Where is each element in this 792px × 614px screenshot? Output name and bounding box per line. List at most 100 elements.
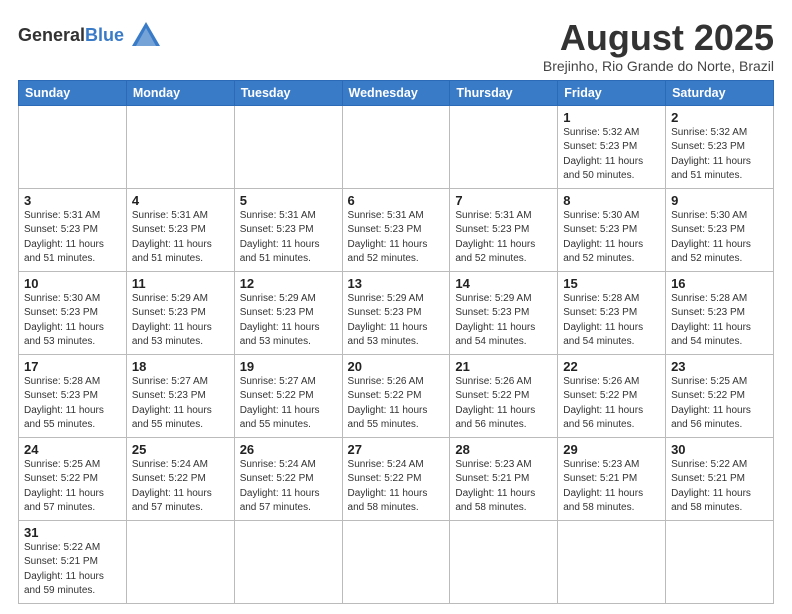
day-number: 8	[563, 193, 660, 208]
day-info: Sunrise: 5:31 AM Sunset: 5:23 PM Dayligh…	[132, 209, 229, 267]
location-subtitle: Brejinho, Rio Grande do Norte, Brazil	[543, 58, 774, 74]
day-cell: 10Sunrise: 5:30 AM Sunset: 5:23 PM Dayli…	[19, 271, 127, 354]
day-info: Sunrise: 5:31 AM Sunset: 5:23 PM Dayligh…	[240, 209, 337, 267]
day-number: 14	[455, 276, 552, 291]
day-info: Sunrise: 5:30 AM Sunset: 5:23 PM Dayligh…	[563, 209, 660, 267]
weekday-header-monday: Monday	[126, 80, 234, 105]
day-cell: 16Sunrise: 5:28 AM Sunset: 5:23 PM Dayli…	[666, 271, 774, 354]
day-info: Sunrise: 5:32 AM Sunset: 5:23 PM Dayligh…	[671, 126, 768, 184]
day-cell	[234, 520, 342, 603]
day-info: Sunrise: 5:31 AM Sunset: 5:23 PM Dayligh…	[455, 209, 552, 267]
day-cell: 20Sunrise: 5:26 AM Sunset: 5:22 PM Dayli…	[342, 354, 450, 437]
day-cell	[126, 105, 234, 188]
day-cell: 18Sunrise: 5:27 AM Sunset: 5:23 PM Dayli…	[126, 354, 234, 437]
day-number: 15	[563, 276, 660, 291]
day-number: 23	[671, 359, 768, 374]
day-cell: 1Sunrise: 5:32 AM Sunset: 5:23 PM Daylig…	[558, 105, 666, 188]
day-info: Sunrise: 5:24 AM Sunset: 5:22 PM Dayligh…	[132, 458, 229, 516]
day-cell: 22Sunrise: 5:26 AM Sunset: 5:22 PM Dayli…	[558, 354, 666, 437]
weekday-header-saturday: Saturday	[666, 80, 774, 105]
day-number: 16	[671, 276, 768, 291]
day-info: Sunrise: 5:26 AM Sunset: 5:22 PM Dayligh…	[348, 375, 445, 433]
day-cell: 13Sunrise: 5:29 AM Sunset: 5:23 PM Dayli…	[342, 271, 450, 354]
week-row-2: 3Sunrise: 5:31 AM Sunset: 5:23 PM Daylig…	[19, 188, 774, 271]
day-info: Sunrise: 5:28 AM Sunset: 5:23 PM Dayligh…	[671, 292, 768, 350]
day-cell	[450, 520, 558, 603]
day-info: Sunrise: 5:24 AM Sunset: 5:22 PM Dayligh…	[240, 458, 337, 516]
day-cell: 7Sunrise: 5:31 AM Sunset: 5:23 PM Daylig…	[450, 188, 558, 271]
day-cell: 24Sunrise: 5:25 AM Sunset: 5:22 PM Dayli…	[19, 437, 127, 520]
logo-icon	[128, 18, 164, 54]
day-info: Sunrise: 5:30 AM Sunset: 5:23 PM Dayligh…	[24, 292, 121, 350]
day-number: 19	[240, 359, 337, 374]
logo-blue: Blue	[85, 25, 124, 45]
day-number: 2	[671, 110, 768, 125]
day-cell: 29Sunrise: 5:23 AM Sunset: 5:21 PM Dayli…	[558, 437, 666, 520]
day-cell: 14Sunrise: 5:29 AM Sunset: 5:23 PM Dayli…	[450, 271, 558, 354]
day-number: 20	[348, 359, 445, 374]
day-number: 3	[24, 193, 121, 208]
day-cell	[234, 105, 342, 188]
day-cell: 27Sunrise: 5:24 AM Sunset: 5:22 PM Dayli…	[342, 437, 450, 520]
day-cell: 25Sunrise: 5:24 AM Sunset: 5:22 PM Dayli…	[126, 437, 234, 520]
week-row-1: 1Sunrise: 5:32 AM Sunset: 5:23 PM Daylig…	[19, 105, 774, 188]
day-number: 9	[671, 193, 768, 208]
week-row-4: 17Sunrise: 5:28 AM Sunset: 5:23 PM Dayli…	[19, 354, 774, 437]
day-info: Sunrise: 5:27 AM Sunset: 5:23 PM Dayligh…	[132, 375, 229, 433]
day-cell: 6Sunrise: 5:31 AM Sunset: 5:23 PM Daylig…	[342, 188, 450, 271]
day-cell: 26Sunrise: 5:24 AM Sunset: 5:22 PM Dayli…	[234, 437, 342, 520]
day-number: 26	[240, 442, 337, 457]
day-info: Sunrise: 5:29 AM Sunset: 5:23 PM Dayligh…	[455, 292, 552, 350]
day-info: Sunrise: 5:25 AM Sunset: 5:22 PM Dayligh…	[24, 458, 121, 516]
day-info: Sunrise: 5:31 AM Sunset: 5:23 PM Dayligh…	[348, 209, 445, 267]
day-cell	[342, 105, 450, 188]
day-cell: 5Sunrise: 5:31 AM Sunset: 5:23 PM Daylig…	[234, 188, 342, 271]
day-number: 7	[455, 193, 552, 208]
day-info: Sunrise: 5:30 AM Sunset: 5:23 PM Dayligh…	[671, 209, 768, 267]
day-number: 18	[132, 359, 229, 374]
day-number: 24	[24, 442, 121, 457]
day-cell: 11Sunrise: 5:29 AM Sunset: 5:23 PM Dayli…	[126, 271, 234, 354]
day-number: 12	[240, 276, 337, 291]
day-cell	[558, 520, 666, 603]
day-info: Sunrise: 5:27 AM Sunset: 5:22 PM Dayligh…	[240, 375, 337, 433]
weekday-header-thursday: Thursday	[450, 80, 558, 105]
day-info: Sunrise: 5:32 AM Sunset: 5:23 PM Dayligh…	[563, 126, 660, 184]
day-info: Sunrise: 5:29 AM Sunset: 5:23 PM Dayligh…	[132, 292, 229, 350]
weekday-header-row: SundayMondayTuesdayWednesdayThursdayFrid…	[19, 80, 774, 105]
day-cell	[450, 105, 558, 188]
day-cell: 23Sunrise: 5:25 AM Sunset: 5:22 PM Dayli…	[666, 354, 774, 437]
weekday-header-friday: Friday	[558, 80, 666, 105]
day-info: Sunrise: 5:28 AM Sunset: 5:23 PM Dayligh…	[563, 292, 660, 350]
day-info: Sunrise: 5:26 AM Sunset: 5:22 PM Dayligh…	[563, 375, 660, 433]
day-number: 27	[348, 442, 445, 457]
day-number: 29	[563, 442, 660, 457]
day-cell: 17Sunrise: 5:28 AM Sunset: 5:23 PM Dayli…	[19, 354, 127, 437]
day-cell: 3Sunrise: 5:31 AM Sunset: 5:23 PM Daylig…	[19, 188, 127, 271]
day-cell: 30Sunrise: 5:22 AM Sunset: 5:21 PM Dayli…	[666, 437, 774, 520]
calendar-table: SundayMondayTuesdayWednesdayThursdayFrid…	[18, 80, 774, 604]
day-number: 21	[455, 359, 552, 374]
day-number: 1	[563, 110, 660, 125]
day-cell	[19, 105, 127, 188]
day-info: Sunrise: 5:31 AM Sunset: 5:23 PM Dayligh…	[24, 209, 121, 267]
day-number: 5	[240, 193, 337, 208]
day-info: Sunrise: 5:25 AM Sunset: 5:22 PM Dayligh…	[671, 375, 768, 433]
week-row-5: 24Sunrise: 5:25 AM Sunset: 5:22 PM Dayli…	[19, 437, 774, 520]
day-cell: 28Sunrise: 5:23 AM Sunset: 5:21 PM Dayli…	[450, 437, 558, 520]
day-cell: 4Sunrise: 5:31 AM Sunset: 5:23 PM Daylig…	[126, 188, 234, 271]
day-number: 13	[348, 276, 445, 291]
logo: GeneralBlue	[18, 18, 164, 54]
title-area: August 2025 Brejinho, Rio Grande do Nort…	[543, 18, 774, 74]
day-info: Sunrise: 5:28 AM Sunset: 5:23 PM Dayligh…	[24, 375, 121, 433]
page-header: GeneralBlue August 2025 Brejinho, Rio Gr…	[18, 18, 774, 74]
day-info: Sunrise: 5:29 AM Sunset: 5:23 PM Dayligh…	[348, 292, 445, 350]
day-number: 6	[348, 193, 445, 208]
weekday-header-sunday: Sunday	[19, 80, 127, 105]
day-cell: 2Sunrise: 5:32 AM Sunset: 5:23 PM Daylig…	[666, 105, 774, 188]
day-number: 22	[563, 359, 660, 374]
day-info: Sunrise: 5:23 AM Sunset: 5:21 PM Dayligh…	[563, 458, 660, 516]
weekday-header-tuesday: Tuesday	[234, 80, 342, 105]
day-number: 30	[671, 442, 768, 457]
day-cell: 21Sunrise: 5:26 AM Sunset: 5:22 PM Dayli…	[450, 354, 558, 437]
